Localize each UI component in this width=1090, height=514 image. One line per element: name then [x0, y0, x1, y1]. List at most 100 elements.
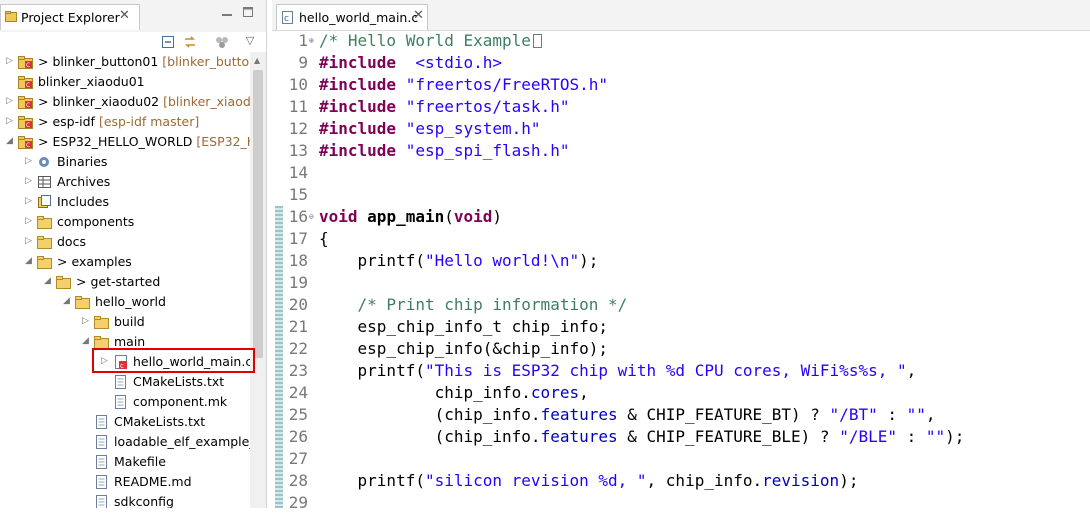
file-icon	[113, 395, 129, 409]
includes-icon	[37, 195, 53, 209]
code-line[interactable]: 20 /* Print chip information */	[272, 294, 1090, 316]
tree-item[interactable]: CMakeLists.txt	[0, 412, 250, 432]
tree-item[interactable]: ▷ components	[0, 212, 250, 232]
collapse-arrow-icon[interactable]: ◢	[6, 136, 14, 146]
code-token: void	[453, 207, 493, 226]
tree-item[interactable]: ▷ Includes	[0, 192, 250, 212]
tree-item[interactable]: ◢ > examples	[0, 252, 250, 272]
code-line[interactable]: 9 #include <stdio.h>	[272, 52, 1090, 74]
tree-item-label: build	[114, 314, 145, 329]
collapse-all-icon[interactable]	[160, 34, 176, 50]
folder-icon	[37, 215, 53, 229]
collapse-arrow-icon[interactable]: ◢	[25, 256, 33, 266]
tree-item[interactable]: README.md	[0, 472, 250, 492]
tree-item[interactable]: ▷ docs	[0, 232, 250, 252]
collapse-arrow-icon[interactable]: ◢	[63, 296, 71, 306]
code-text: chip_info.cores,	[319, 383, 589, 402]
code-line[interactable]: 1 ⊕ /* Hello World Example	[272, 30, 1090, 52]
view-menu-icon[interactable]: ▽	[243, 34, 257, 48]
tree-item[interactable]: sdkconfig	[0, 492, 250, 508]
code-token: "/BLE"	[839, 427, 897, 446]
expand-arrow-icon[interactable]: ▷	[6, 116, 14, 126]
code-token: #include	[319, 119, 397, 138]
expand-arrow-icon[interactable]: ▷	[25, 216, 33, 226]
code-token: , chip_info.	[646, 471, 763, 490]
expand-arrow-icon[interactable]: ▷	[25, 196, 33, 206]
line-number: 15	[288, 185, 308, 204]
code-line[interactable]: 12 #include "esp_system.h"	[272, 118, 1090, 140]
tree-item[interactable]: component.mk	[0, 392, 250, 412]
code-line[interactable]: 10 #include "freertos/FreeRTOS.h"	[272, 74, 1090, 96]
code-line[interactable]: 19	[272, 272, 1090, 294]
tree-item[interactable]: ▷ C > blinker_button01 [blinker_button(	[0, 52, 262, 72]
line-number: 14	[288, 163, 308, 182]
tree-item[interactable]: ▷ Binaries	[0, 152, 250, 172]
link-with-editor-icon[interactable]	[182, 34, 198, 50]
binaries-icon	[37, 155, 53, 169]
editor-tab-hello-world-main[interactable]: c hello_world_main.c ✕	[276, 4, 428, 30]
folder-icon	[37, 255, 53, 269]
expand-arrow-icon[interactable]: ▷	[6, 56, 14, 66]
explorer-scrollbar[interactable]: ▲	[250, 52, 266, 508]
collapse-arrow-icon[interactable]: ◢	[44, 276, 52, 286]
code-area[interactable]: 1 ⊕ /* Hello World Example 9 #include <stdio…	[272, 30, 1090, 512]
tree-item[interactable]: ◢ C > ESP32_HELLO_WORLD [ESP32_HE	[0, 132, 264, 152]
line-number: 16	[288, 207, 308, 226]
project-icon: C	[18, 95, 34, 109]
tree-item[interactable]: ▷ build	[0, 312, 250, 332]
tree-item[interactable]: ◢ > get-started	[0, 272, 250, 292]
tree-item-text: Binaries	[57, 154, 108, 169]
folder-icon	[37, 235, 53, 249]
expand-arrow-icon[interactable]: ▷	[25, 236, 33, 246]
scrollbar-thumb[interactable]	[253, 70, 263, 358]
code-line[interactable]: 22 esp_chip_info(&chip_info);	[272, 338, 1090, 360]
code-line[interactable]: 25 (chip_info.features & CHIP_FEATURE_BT…	[272, 404, 1090, 426]
close-icon[interactable]: ✕	[413, 8, 424, 23]
tree-item-label: hello_world	[95, 294, 166, 309]
expand-arrow-icon[interactable]: ▷	[25, 176, 33, 186]
code-line[interactable]: 15	[272, 184, 1090, 206]
tree-item[interactable]: loadable_elf_example_t	[0, 432, 261, 452]
code-line[interactable]: 21 esp_chip_info_t chip_info;	[272, 316, 1090, 338]
tree-item-text: examples	[71, 254, 132, 269]
code-line[interactable]: 28 printf("silicon revision %d, ", chip_…	[272, 470, 1090, 492]
code-line[interactable]: 26 (chip_info.features & CHIP_FEATURE_BL…	[272, 426, 1090, 448]
expand-arrow-icon[interactable]: ▷	[25, 156, 33, 166]
tree-item-text: Archives	[57, 174, 111, 189]
code-line[interactable]: 13 #include "esp_spi_flash.h"	[272, 140, 1090, 162]
code-line[interactable]: 27	[272, 448, 1090, 470]
expand-arrow-icon[interactable]: ▷	[6, 96, 14, 106]
code-line[interactable]: 18 printf("Hello world!\n");	[272, 250, 1090, 272]
code-line[interactable]: 14	[272, 162, 1090, 184]
tree-item[interactable]: ▷ Archives	[0, 172, 250, 192]
code-text: #include <stdio.h>	[319, 53, 502, 72]
code-line[interactable]: 17 {	[272, 228, 1090, 250]
tree-item[interactable]: CMakeLists.txt	[0, 372, 250, 392]
code-line[interactable]: 23 printf("This is ESP32 chip with %d CP…	[272, 360, 1090, 382]
code-text: /* Hello World Example	[319, 31, 542, 50]
maximize-icon[interactable]	[241, 6, 255, 20]
code-text: {	[319, 229, 329, 248]
tree-item[interactable]: Cblinker_xiaodu01	[0, 72, 250, 92]
tree-item[interactable]: ▷ C > blinker_xiaodu02 [blinker_xiaodu	[0, 92, 259, 112]
code-line[interactable]: 29	[272, 492, 1090, 514]
tree-item[interactable]: Makefile	[0, 452, 250, 472]
code-token: :	[896, 427, 926, 446]
minimize-icon[interactable]	[220, 6, 234, 20]
collapse-arrow-icon[interactable]: ◢	[82, 336, 90, 346]
filters-icon[interactable]	[214, 34, 230, 50]
fold-expand-icon[interactable]: ⊕	[309, 36, 314, 45]
tree-item-text: CMakeLists.txt	[133, 374, 225, 389]
line-number: 27	[288, 449, 308, 468]
code-line[interactable]: 11 #include "freertos/task.h"	[272, 96, 1090, 118]
expand-arrow-icon[interactable]: ▷	[82, 316, 90, 326]
project-explorer-tab[interactable]: Project Explorer ✕	[0, 4, 140, 30]
tree-item[interactable]: ◢ hello_world	[0, 292, 250, 312]
code-line[interactable]: 24 chip_info.cores,	[272, 382, 1090, 404]
scroll-up-icon[interactable]: ▲	[254, 56, 260, 65]
fold-collapse-icon[interactable]: ⊖	[309, 212, 314, 221]
code-line[interactable]: 16 ⊖ void app_main(void)	[272, 206, 1090, 228]
close-icon[interactable]: ✕	[119, 8, 130, 23]
tree-item[interactable]: ▷ C > esp-idf [esp-idf master]	[0, 112, 250, 132]
